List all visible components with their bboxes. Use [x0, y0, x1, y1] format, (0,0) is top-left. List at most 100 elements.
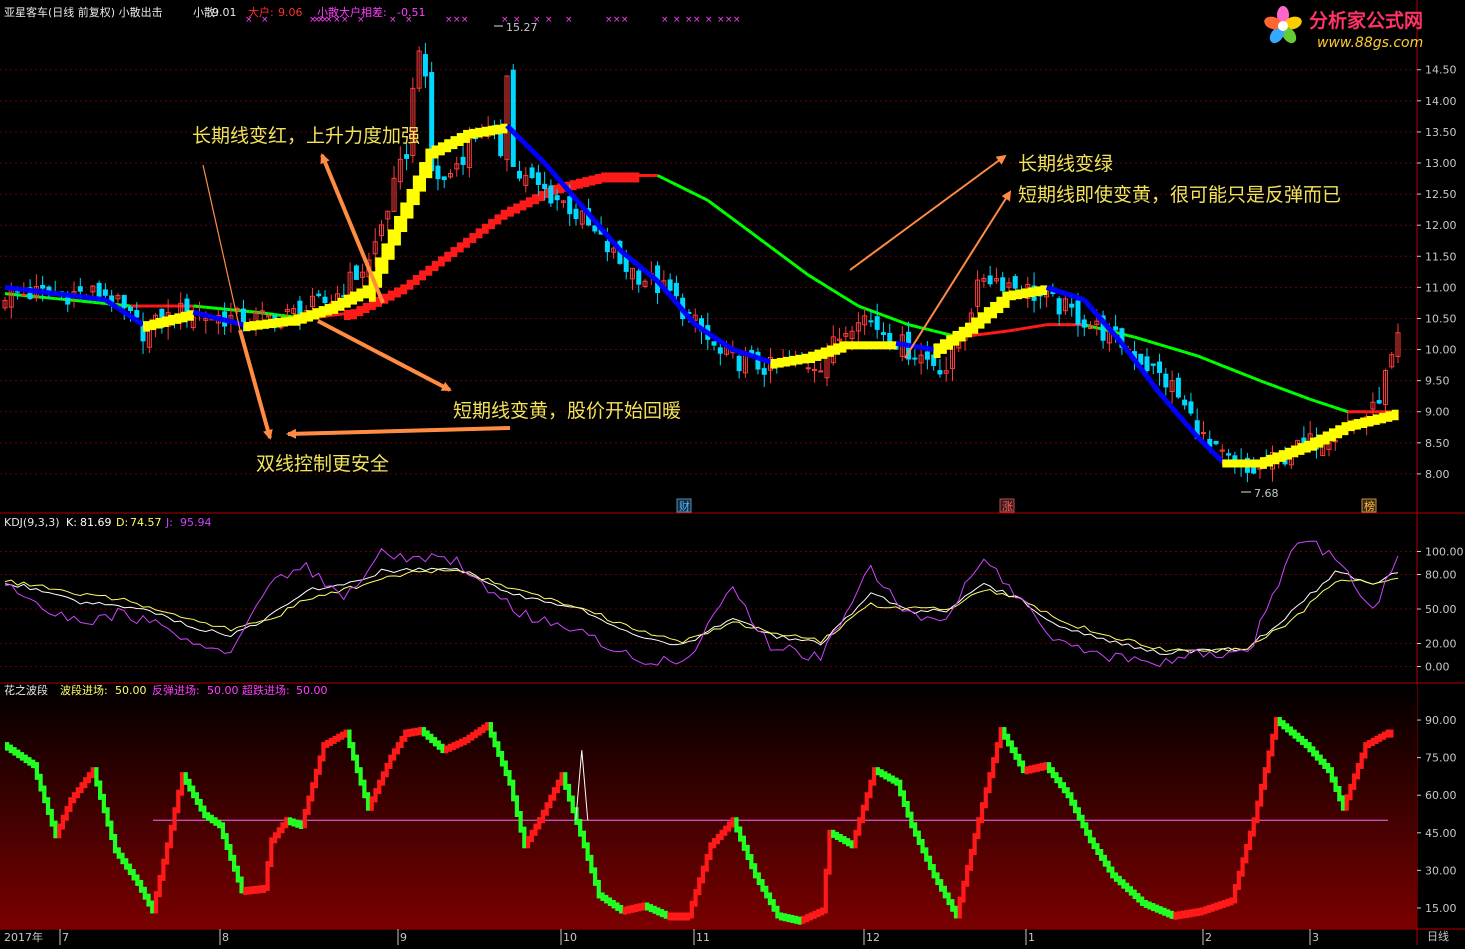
- wave-bar: [879, 769, 884, 778]
- wave-bar: [674, 912, 680, 921]
- wave-bar: [284, 817, 289, 829]
- candle-body: [542, 183, 548, 190]
- signal-star: ×: [733, 15, 741, 25]
- price-tick-label: 11.00: [1425, 281, 1457, 294]
- short-line-segment: [1291, 445, 1299, 458]
- candle-body: [240, 308, 246, 325]
- short-line-segment: [1008, 290, 1016, 301]
- wave-bar: [414, 727, 419, 736]
- short-line-segment: [104, 297, 114, 307]
- short-line-segment: [668, 294, 679, 305]
- candle-body: [874, 316, 880, 330]
- signal-star: ×: [613, 15, 621, 25]
- wave-bar: [823, 868, 828, 914]
- long-line-segment: [1014, 327, 1022, 332]
- candle-body: [1226, 453, 1232, 456]
- price-tick-label: 9.50: [1425, 375, 1450, 388]
- logo-graphic: 分析家公式网 www.88gs.com: [1264, 6, 1423, 51]
- short-line-segment: [757, 355, 766, 363]
- candle-body: [673, 282, 679, 297]
- short-line-segment: [1341, 422, 1349, 436]
- short-line-segment: [110, 301, 120, 311]
- wave-bar: [652, 905, 657, 914]
- wave-bar: [306, 795, 311, 815]
- wave-bar: [31, 759, 36, 769]
- long-line-segment: [450, 247, 458, 258]
- candle-body: [818, 370, 824, 373]
- wave-bar: [1389, 729, 1394, 738]
- short-line-segment: [858, 341, 866, 350]
- wave-bar: [1139, 896, 1145, 906]
- annotation-long-green: 长期线变绿: [1018, 153, 1113, 175]
- wave-bar: [1054, 772, 1059, 784]
- event-tag-cai[interactable]: 财: [676, 498, 692, 513]
- long-line-segment: [437, 256, 445, 267]
- short-line-segment: [224, 317, 232, 324]
- long-line-segment: [1215, 361, 1223, 368]
- wave-bar: [942, 885, 947, 899]
- short-line-segment: [1119, 341, 1131, 354]
- wave-bar: [1147, 901, 1152, 910]
- wave-bar: [752, 863, 758, 879]
- wave-bar: [715, 833, 720, 845]
- short-line-segment: [920, 345, 928, 351]
- wave-bar: [771, 899, 776, 912]
- wave-bar: [131, 869, 136, 881]
- wave-bar: [1199, 907, 1204, 916]
- short-line-segment: [198, 311, 207, 318]
- short-line-segment: [481, 126, 489, 137]
- wave-bar: [302, 808, 307, 829]
- long-line-segment: [506, 206, 514, 217]
- candle-body: [987, 275, 993, 285]
- short-line-segment: [406, 188, 414, 219]
- wave-bar: [1173, 911, 1178, 920]
- long-line-segment: [1284, 388, 1292, 394]
- event-tag-bang[interactable]: 榜: [1361, 498, 1377, 513]
- long-line-segment: [92, 300, 100, 305]
- long-line-segment: [788, 259, 797, 267]
- high-price-label: 15.27: [506, 21, 538, 34]
- wave-bar: [410, 728, 415, 737]
- short-line-segment: [1347, 420, 1355, 432]
- short-line-segment: [1182, 420, 1193, 431]
- wave-bar: [127, 863, 133, 876]
- month-label: 12: [866, 931, 880, 944]
- candle-body: [316, 293, 322, 297]
- wave-bar: [447, 743, 453, 752]
- signal-star: ×: [661, 15, 669, 25]
- candle-body: [40, 284, 46, 289]
- long-line-segment: [713, 203, 722, 211]
- long-line-segment: [350, 309, 357, 320]
- time-axis: 2017年 7 8 9 10 11 12 1 2 3: [4, 929, 1319, 945]
- short-line-segment: [23, 287, 31, 293]
- short-line-segment: [255, 320, 263, 330]
- wave-bar: [462, 737, 467, 746]
- candle-body: [1163, 373, 1169, 388]
- short-line-segment: [977, 312, 985, 329]
- short-line-segment: [1316, 434, 1324, 448]
- candle-body: [77, 286, 83, 292]
- long-line-segment: [532, 194, 539, 205]
- long-line-segment: [324, 313, 332, 318]
- long-line-segment: [36, 295, 43, 299]
- candle-body: [1251, 466, 1257, 474]
- wave-bar: [618, 904, 624, 914]
- short-line-segment: [155, 318, 163, 329]
- wave-bar: [1244, 843, 1249, 864]
- short-line-segment: [174, 313, 182, 324]
- wave-bar: [857, 817, 862, 836]
- wave-bar: [27, 757, 32, 766]
- short-line-segment: [914, 343, 922, 350]
- short-line-segment: [889, 341, 897, 350]
- wave-bar: [60, 814, 66, 830]
- period-label[interactable]: 日线: [1427, 929, 1449, 943]
- candlesticks: [2, 43, 1401, 483]
- long-line-segment: [1328, 404, 1336, 410]
- big-value: 9.06: [278, 6, 303, 19]
- event-tag-zhang[interactable]: 涨: [999, 498, 1015, 513]
- short-line-segment: [205, 312, 213, 320]
- site-logo[interactable]: 分析家公式网 www.88gs.com: [1261, 2, 1461, 54]
- wave-bar: [135, 874, 140, 886]
- short-line-segment: [712, 335, 722, 344]
- wave-bar: [19, 752, 25, 761]
